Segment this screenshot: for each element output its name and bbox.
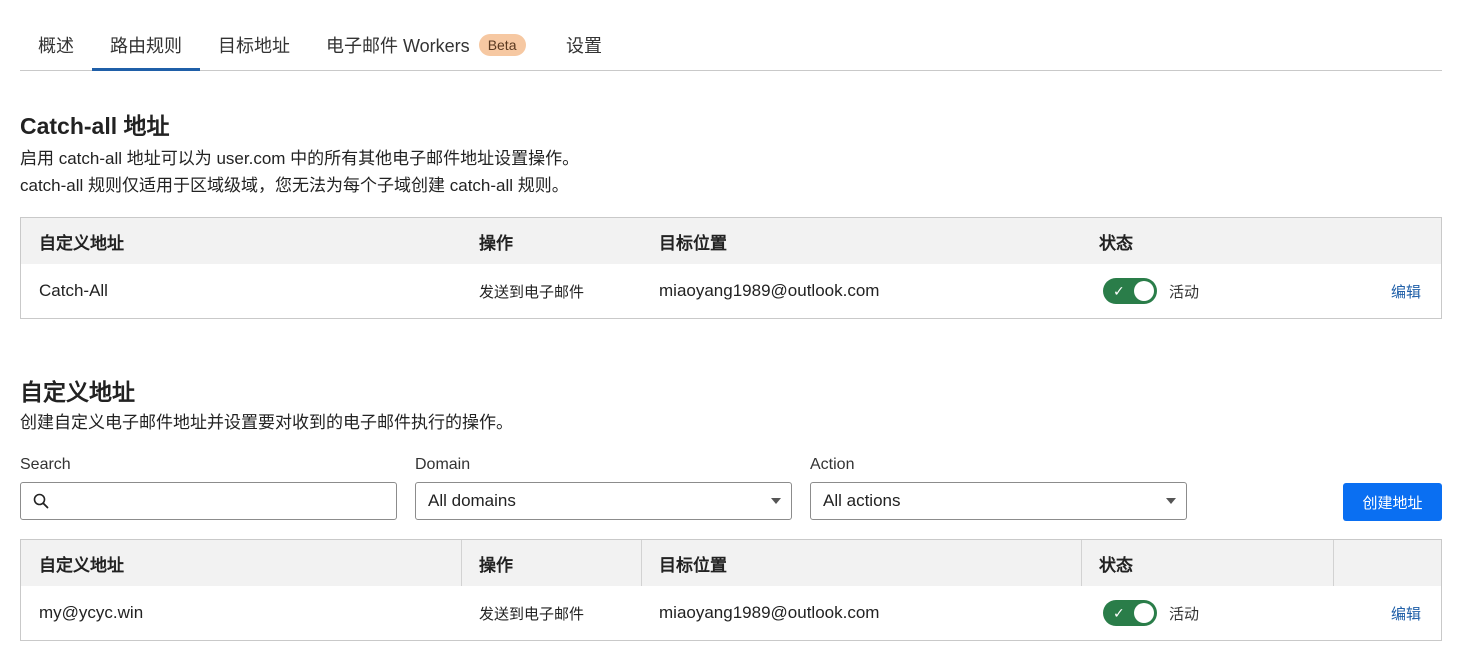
header-address: 自定义地址 [39,555,124,575]
tab-overview[interactable]: 概述 [38,20,76,70]
table-header-row: 自定义地址 操作 目标位置 状态 [21,540,1441,586]
catchall-table: 自定义地址 操作 目标位置 状态 Catch-All 发送到电子邮件 miaoy… [20,217,1442,319]
create-address-button[interactable]: 创建地址 [1343,483,1442,521]
action-label: Action [810,456,855,473]
custom-address: my@ycyc.win [39,603,144,622]
toggle-knob [1134,603,1154,623]
custom-address-toggle[interactable]: ✓ [1103,600,1157,626]
tab-label: 设置 [566,36,602,56]
custom-title: 自定义地址 [20,379,135,405]
tab-routing-rules[interactable]: 路由规则 [92,20,200,71]
column-divider [1333,540,1334,586]
tab-destination-addresses[interactable]: 目标地址 [218,20,294,70]
chevron-down-icon [771,498,781,504]
edit-link[interactable]: 编辑 [1391,281,1421,302]
search-input[interactable] [55,483,396,519]
tab-label: 目标地址 [218,36,290,56]
custom-edit-cell: 编辑 [1391,586,1421,640]
catchall-destination: miaoyang1989@outlook.com [659,281,880,300]
catchall-description-line1: 启用 catch-all 地址可以为 user.com 中的所有其他电子邮件地址… [20,149,580,168]
catchall-description-line2: catch-all 规则仅适用于区域级域，您无法为每个子域创建 catch-al… [20,176,569,195]
action-select-value: All actions [823,491,901,510]
tab-settings[interactable]: 设置 [566,20,606,70]
catchall-toggle[interactable]: ✓ [1103,278,1157,304]
column-divider [461,540,462,586]
column-divider [1081,540,1082,586]
domain-select-value: All domains [428,491,516,510]
header-status: 状态 [1099,555,1133,575]
tab-email-workers[interactable]: 电子邮件 Workers Beta [326,20,546,70]
beta-badge: Beta [478,34,526,56]
catchall-action: 发送到电子邮件 [479,283,585,301]
catchall-edit-cell: 编辑 [1391,264,1421,318]
check-icon: ✓ [1113,605,1125,621]
status-label: 活动 [1169,283,1200,301]
header-destination: 目标位置 [659,233,727,253]
custom-action: 发送到电子邮件 [479,605,585,623]
action-select[interactable]: All actions [810,482,1187,520]
tab-label: 概述 [38,36,74,56]
search-icon [33,493,49,509]
column-divider [641,540,642,586]
check-icon: ✓ [1113,283,1125,299]
tab-bar: 概述 路由规则 目标地址 电子邮件 Workers Beta 设置 [20,20,1442,71]
catchall-description: 启用 catch-all 地址可以为 user.com 中的所有其他电子邮件地址… [20,145,579,199]
header-action: 操作 [479,555,513,575]
table-row: my@ycyc.win 发送到电子邮件 miaoyang1989@outlook… [21,586,1441,640]
header-destination: 目标位置 [659,555,727,575]
custom-address-table: 自定义地址 操作 目标位置 状态 my@ycyc.win 发送到电子邮件 mia… [20,539,1442,641]
edit-link[interactable]: 编辑 [1391,603,1421,624]
status-label: 活动 [1169,605,1200,623]
catchall-title: Catch-all 地址 [20,113,170,139]
search-label: Search [20,456,71,473]
header-action: 操作 [479,233,513,253]
domain-label: Domain [415,456,471,473]
tab-label: 电子邮件 Workers [326,36,470,56]
catchall-status: ✓ 活动 [1103,264,1199,318]
custom-status: ✓ 活动 [1103,586,1199,640]
search-field [20,482,397,520]
domain-select[interactable]: All domains [415,482,792,520]
table-header-row: 自定义地址 操作 目标位置 状态 [21,218,1441,264]
custom-destination: miaoyang1989@outlook.com [659,603,880,622]
table-row: Catch-All 发送到电子邮件 miaoyang1989@outlook.c… [21,264,1441,318]
custom-description: 创建自定义电子邮件地址并设置要对收到的电子邮件执行的操作。 [20,413,513,432]
toggle-knob [1134,281,1154,301]
header-status: 状态 [1099,233,1133,253]
catchall-address: Catch-All [39,281,108,300]
chevron-down-icon [1166,498,1176,504]
header-address: 自定义地址 [39,233,124,253]
tab-label: 路由规则 [110,36,182,56]
